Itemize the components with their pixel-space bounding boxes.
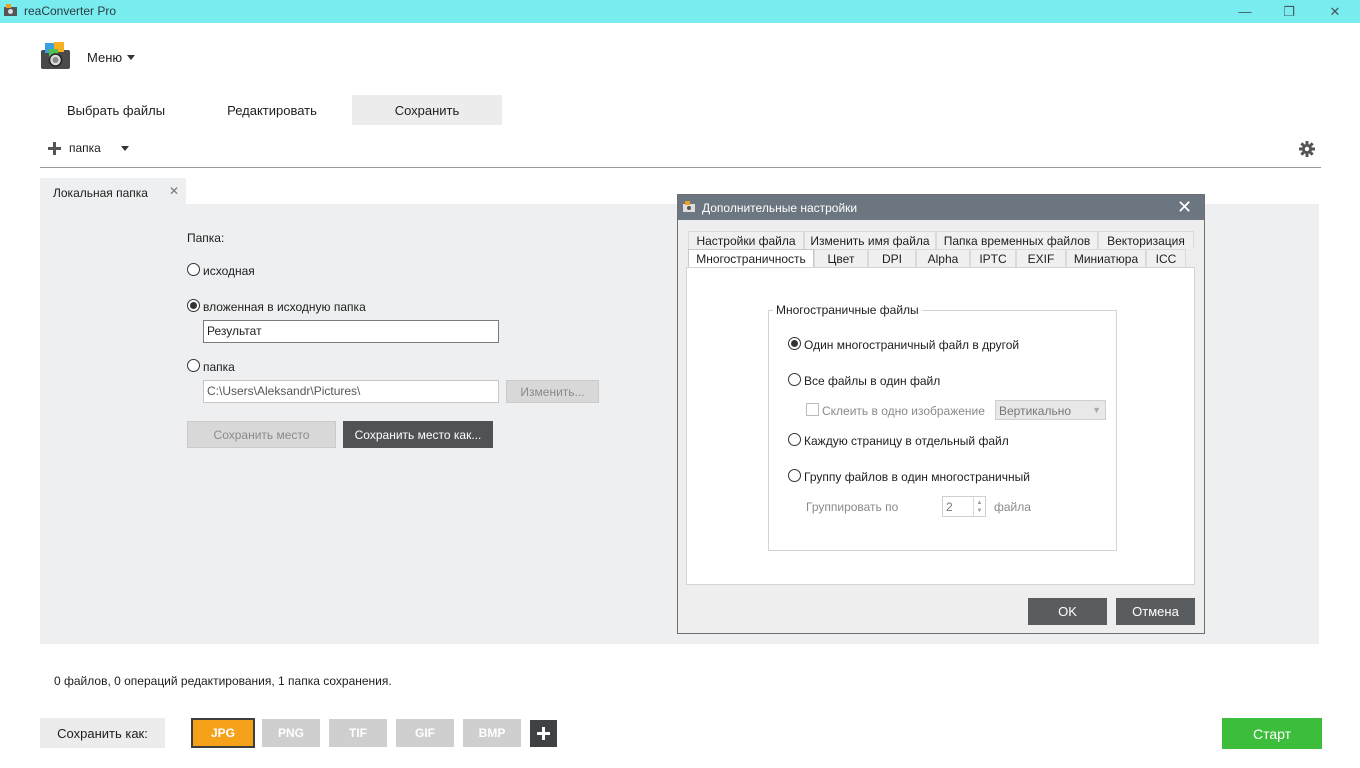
status-text: 0 файлов, 0 операций редактирования, 1 п… — [54, 674, 392, 688]
tab-exif[interactable]: EXIF — [1016, 249, 1066, 267]
dialog-title: Дополнительные настройки — [702, 201, 858, 215]
chevron-down-icon — [127, 55, 136, 60]
radio-one-to-other[interactable] — [788, 337, 801, 350]
merge-direction-value: Вертикально — [999, 404, 1072, 418]
dialog-close-icon[interactable]: ✕ — [1177, 197, 1192, 218]
merge-direction-select[interactable]: Вертикально ▼ — [995, 400, 1106, 420]
folder-path-field[interactable]: C:\Users\Aleksandr\Pictures\ — [203, 380, 499, 403]
folder-heading: Папка: — [187, 231, 225, 245]
chevron-down-icon[interactable] — [120, 145, 129, 151]
group-by-unit: файла — [994, 500, 1031, 514]
ok-button[interactable]: OK — [1028, 598, 1107, 625]
advanced-settings-dialog: Дополнительные настройки ✕ Настройки фай… — [677, 194, 1205, 634]
subfolder-name-field[interactable]: Результат — [203, 320, 499, 343]
merge-checkbox[interactable] — [806, 403, 819, 416]
tab-multipage[interactable]: Многостраничность — [688, 249, 814, 267]
tab-rename-file[interactable]: Изменить имя файла — [804, 231, 936, 249]
radio-one-to-other-label: Один многостраничный файл в другой — [804, 338, 1020, 352]
add-folder-button[interactable]: папка — [48, 141, 129, 155]
group-title: Многостраничные файлы — [773, 303, 922, 317]
tab-vectorization[interactable]: Векторизация — [1098, 231, 1194, 249]
format-bmp-button[interactable]: BMP — [463, 719, 521, 747]
app-logo-icon — [41, 42, 70, 69]
app-icon — [4, 4, 17, 16]
radio-all-in-one[interactable] — [788, 373, 801, 386]
radio-source-folder[interactable] — [187, 263, 200, 276]
format-tif-button[interactable]: TIF — [329, 719, 387, 747]
app-icon — [683, 201, 695, 212]
maximize-button[interactable]: ❐ — [1266, 0, 1312, 23]
tab-icc[interactable]: ICC — [1146, 249, 1186, 267]
merge-checkbox-label: Склеить в одно изображение — [822, 404, 985, 418]
tab-temp-folder[interactable]: Папка временных файлов — [936, 231, 1098, 249]
add-folder-label: папка — [69, 141, 101, 155]
tab-thumbnail[interactable]: Миниатюра — [1066, 249, 1146, 267]
add-format-button[interactable] — [530, 720, 557, 747]
group-by-value: 2 — [946, 500, 953, 514]
radio-all-in-one-label: Все файлы в один файл — [804, 374, 941, 388]
tab-edit[interactable]: Редактировать — [196, 95, 348, 125]
radio-custom-folder-label: папка — [203, 360, 235, 374]
tab-local-folder[interactable]: Локальная папка ✕ — [40, 178, 186, 205]
radio-source-folder-label: исходная — [203, 264, 255, 278]
start-button[interactable]: Старт — [1222, 718, 1322, 749]
tab-dpi[interactable]: DPI — [868, 249, 916, 267]
close-icon[interactable]: ✕ — [169, 184, 179, 198]
dialog-title-bar: Дополнительные настройки ✕ — [678, 195, 1204, 220]
multipage-group: Многостраничные файлы Один многостраничн… — [768, 303, 1117, 551]
cancel-button[interactable]: Отмена — [1116, 598, 1195, 625]
title-bar: reaConverter Pro — ❐ ✕ — [0, 0, 1360, 23]
tab-iptc[interactable]: IPTC — [970, 249, 1016, 267]
chevron-down-icon: ▼ — [1092, 405, 1101, 415]
gear-icon[interactable] — [1297, 139, 1317, 159]
tab-file-settings[interactable]: Настройки файла — [688, 231, 804, 249]
tab-color[interactable]: Цвет — [814, 249, 868, 267]
save-as-label: Сохранить как: — [40, 718, 165, 748]
radio-group-files-label: Группу файлов в один многостраничный — [804, 470, 1030, 484]
menu-button[interactable]: Меню — [87, 50, 136, 65]
plus-icon — [537, 727, 550, 740]
tab-select-files[interactable]: Выбрать файлы — [40, 95, 192, 125]
toolbar-divider — [40, 167, 1321, 168]
menu-label: Меню — [87, 50, 123, 65]
save-location-as-button[interactable]: Сохранить место как... — [343, 421, 493, 448]
close-button[interactable]: ✕ — [1312, 0, 1358, 23]
window-title: reaConverter Pro — [24, 4, 117, 18]
format-jpg-button[interactable]: JPG — [191, 718, 255, 748]
radio-group-files[interactable] — [788, 469, 801, 482]
radio-subfolder-label: вложенная в исходную папка — [203, 300, 366, 314]
tab-save[interactable]: Сохранить — [352, 95, 502, 125]
multipage-panel: Многостраничные файлы Один многостраничн… — [686, 267, 1195, 585]
change-folder-button[interactable]: Изменить... — [506, 380, 599, 403]
minimize-button[interactable]: — — [1222, 0, 1268, 23]
group-by-stepper[interactable]: 2 ▲ ▼ — [942, 496, 986, 517]
radio-each-page[interactable] — [788, 433, 801, 446]
radio-each-page-label: Каждую страницу в отдельный файл — [804, 434, 1009, 448]
format-gif-button[interactable]: GIF — [396, 719, 454, 747]
plus-icon — [48, 141, 61, 155]
save-location-button[interactable]: Сохранить место — [187, 421, 336, 448]
radio-subfolder[interactable] — [187, 299, 200, 312]
local-folder-label: Локальная папка — [53, 186, 148, 200]
stepper-arrows-icon[interactable]: ▲ ▼ — [973, 497, 985, 516]
format-png-button[interactable]: PNG — [262, 719, 320, 747]
tab-alpha[interactable]: Alpha — [916, 249, 970, 267]
group-by-label: Группировать по — [806, 500, 899, 514]
radio-custom-folder[interactable] — [187, 359, 200, 372]
